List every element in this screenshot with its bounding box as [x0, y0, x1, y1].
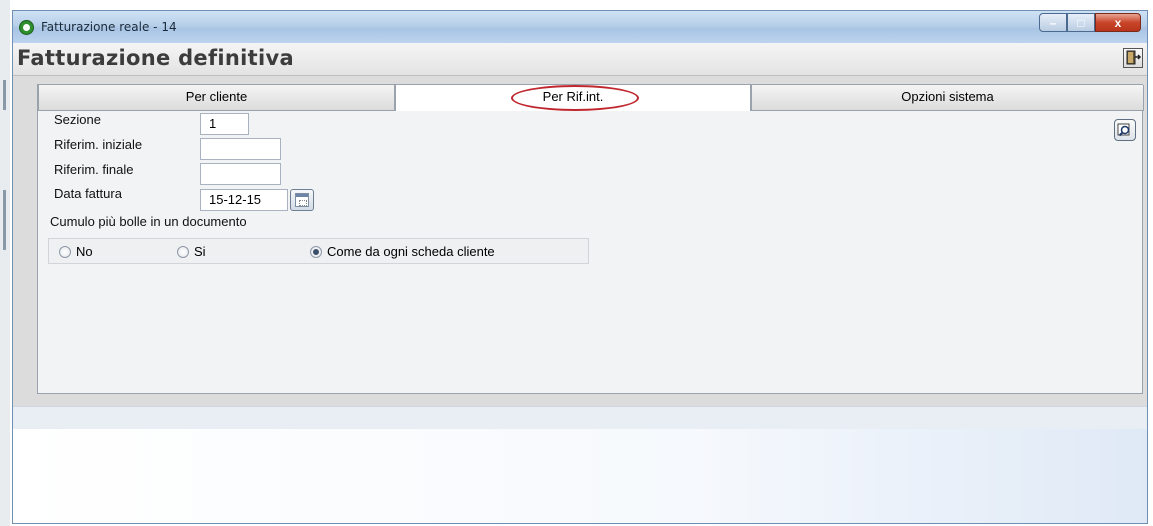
app-window: Fatturazione reale - 14 – □ x Fatturazio… [12, 10, 1148, 524]
data-fattura-label: Data fattura [54, 186, 122, 201]
riferim-finale-label: Riferim. finale [54, 162, 134, 177]
desktop-mark [3, 80, 6, 110]
close-button[interactable]: x [1095, 13, 1141, 32]
desktop-mark [3, 190, 6, 250]
riferim-iniziale-label: Riferim. iniziale [54, 137, 143, 152]
tab-per-cliente[interactable]: Per cliente [38, 85, 395, 111]
window-title: Fatturazione reale - 14 [41, 20, 177, 34]
desktop-edge [0, 0, 10, 526]
tab-bar: Per cliente Per Rif.int. Opzioni sistema [38, 85, 1144, 111]
status-bar [13, 406, 1147, 430]
exit-door-icon [1126, 50, 1142, 65]
data-fattura-field[interactable]: 15-12-15 [200, 189, 288, 211]
sezione-label: Sezione [54, 112, 101, 127]
tab-opzioni-sistema[interactable]: Opzioni sistema [751, 85, 1144, 111]
app-logo-icon [19, 20, 34, 35]
footer-area [13, 429, 1147, 523]
radio-indicator [177, 245, 189, 258]
search-button[interactable] [1114, 119, 1136, 141]
radio-come-da-scheda[interactable]: Come da ogni scheda cliente [310, 244, 495, 259]
cumulo-radio-group: No Si Come da ogni scheda cliente [48, 238, 589, 264]
radio-indicator [59, 245, 71, 258]
tab-panel: Per cliente Per Rif.int. Opzioni sistema… [37, 84, 1144, 394]
riferim-iniziale-field[interactable] [200, 138, 281, 160]
radio-si-label: Si [194, 244, 206, 259]
calendar-button[interactable] [290, 189, 314, 211]
page-title: Fatturazione definitiva [17, 46, 294, 70]
title-bar[interactable]: Fatturazione reale - 14 – □ x [13, 11, 1147, 43]
window-controls: – □ x [1039, 13, 1141, 33]
page-header: Fatturazione definitiva [13, 43, 1147, 76]
cumulo-label: Cumulo più bolle in un documento [50, 214, 247, 229]
radio-come-da-scheda-label: Come da ogni scheda cliente [327, 244, 495, 259]
maximize-button[interactable]: □ [1067, 13, 1095, 32]
radio-no[interactable]: No [59, 244, 93, 259]
sezione-field[interactable]: 1 [200, 113, 249, 135]
calendar-icon [295, 193, 309, 207]
tab-content: Sezione 1 Riferim. iniziale Riferim. fin… [38, 111, 1142, 393]
riferim-finale-field[interactable] [200, 163, 281, 185]
search-icon [1117, 123, 1130, 137]
exit-button[interactable] [1123, 48, 1143, 68]
radio-indicator-selected [310, 245, 322, 258]
minimize-button[interactable]: – [1039, 13, 1067, 32]
radio-no-label: No [76, 244, 93, 259]
highlight-oval [511, 85, 639, 111]
radio-si[interactable]: Si [177, 244, 206, 259]
